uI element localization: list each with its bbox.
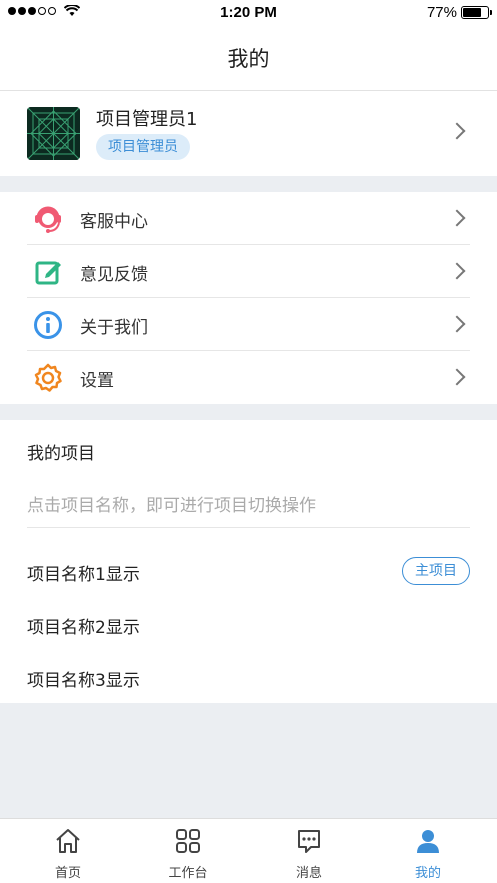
chevron-right-icon <box>448 122 466 140</box>
project-item[interactable]: 项目名称1显示 <box>27 560 140 585</box>
tab-workbench[interactable]: 工作台 <box>126 819 250 883</box>
tab-home[interactable]: 首页 <box>6 819 130 883</box>
chevron-right-icon <box>448 315 466 333</box>
chevron-right-icon <box>448 209 466 227</box>
nav-bar: 我的 <box>0 26 497 91</box>
tab-bar: 首页 工作台 消息 我的 <box>0 818 497 883</box>
tab-label: 我的 <box>414 866 441 881</box>
feedback-edit-icon <box>35 261 61 285</box>
menu-item-feedback[interactable]: 意见反馈 <box>0 245 497 298</box>
customer-service-icon <box>35 206 61 233</box>
divider <box>27 527 470 528</box>
page-title: 我的 <box>227 47 270 71</box>
menu-item-about[interactable]: 关于我们 <box>0 298 497 351</box>
menu-list: 客服中心 意见反馈 关于我们 设置 <box>0 192 497 404</box>
section-title: 我的项目 <box>27 444 95 464</box>
avatar[interactable] <box>27 107 80 160</box>
menu-item-customer-service[interactable]: 客服中心 <box>0 192 497 245</box>
role-badge: 项目管理员 <box>96 134 190 160</box>
workbench-grid-icon <box>176 829 200 853</box>
tab-label: 消息 <box>295 866 322 881</box>
tab-messages[interactable]: 消息 <box>247 819 371 883</box>
project-item[interactable]: 项目名称3显示 <box>27 666 140 691</box>
menu-item-settings[interactable]: 设置 <box>0 351 497 404</box>
status-time: 1:20 PM <box>220 4 277 21</box>
section-hint: 点击项目名称，即可进行项目切换操作 <box>27 496 316 516</box>
menu-item-label: 客服中心 <box>80 212 148 232</box>
menu-item-label: 设置 <box>80 371 114 391</box>
menu-item-label: 意见反馈 <box>80 265 148 285</box>
tab-label: 工作台 <box>168 866 208 881</box>
battery-percent: 77% <box>426 4 457 21</box>
user-icon <box>417 830 439 853</box>
profile-card[interactable]: 项目管理员1 项目管理员 <box>0 91 497 176</box>
my-projects-section: 我的项目 点击项目名称，即可进行项目切换操作 项目名称1显示 主项目 项目名称2… <box>0 420 497 703</box>
gear-icon <box>34 363 62 392</box>
battery-icon <box>461 6 492 19</box>
chevron-right-icon <box>448 262 466 280</box>
home-icon <box>56 829 80 853</box>
chevron-right-icon <box>448 368 466 386</box>
status-bar: 1:20 PM 77% <box>0 0 497 26</box>
message-icon <box>298 830 320 853</box>
project-item[interactable]: 项目名称2显示 <box>27 613 140 638</box>
menu-item-label: 关于我们 <box>80 318 148 338</box>
info-icon <box>34 311 62 339</box>
tab-mine[interactable]: 我的 <box>366 819 490 883</box>
tab-label: 首页 <box>54 866 81 881</box>
profile-name: 项目管理员1 <box>96 109 198 130</box>
main-project-badge: 主项目 <box>402 557 470 585</box>
